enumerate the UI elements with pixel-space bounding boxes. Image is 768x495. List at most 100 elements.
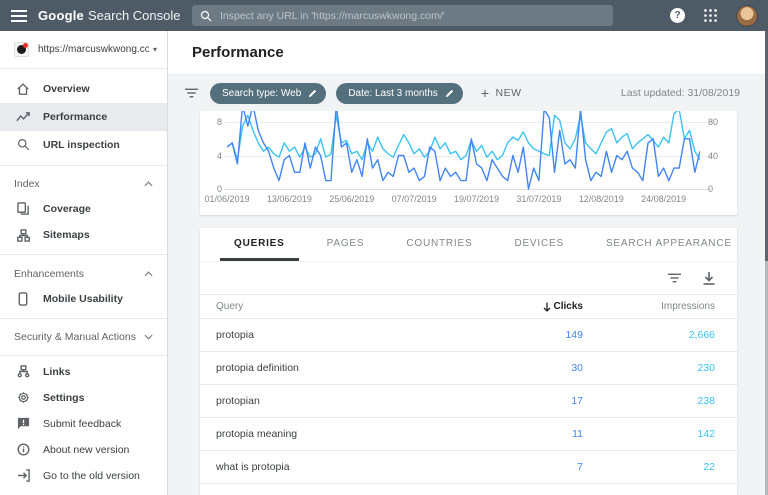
sidebar-item-label: URL inspection — [43, 139, 120, 151]
impressions-cell: 22 — [583, 461, 715, 473]
help-icon[interactable]: ? — [670, 8, 685, 23]
query-cell: protopia meaning — [216, 428, 433, 440]
tab-search-appearance[interactable]: SEARCH APPEARANCE — [592, 228, 737, 261]
tab-queries[interactable]: QUERIES — [220, 228, 299, 261]
tab-countries[interactable]: COUNTRIES — [392, 228, 486, 261]
info-icon — [15, 442, 31, 458]
query-cell: protopian — [216, 395, 433, 407]
property-selector[interactable]: https://marcuswkwong.com/ ▾ — [0, 31, 167, 69]
magnifier-icon — [15, 137, 31, 153]
sidebar-item-sitemaps[interactable]: Sitemaps — [0, 222, 167, 248]
edit-pencil-icon — [308, 89, 317, 98]
links-icon — [15, 364, 31, 380]
sidebar-item-go-to-old-version[interactable]: Go to the old version — [0, 463, 167, 489]
table-row[interactable]: protopia definition30230 — [200, 352, 737, 385]
download-icon[interactable] — [703, 272, 715, 285]
y-axis-tick-right: 80 — [708, 117, 726, 127]
table-header: Query Clicks Impressions — [200, 295, 737, 319]
table-row[interactable]: kevin kelly protopia332 — [200, 484, 737, 495]
main-area: Performance Search type: Web Date: Last … — [168, 31, 768, 495]
url-inspect-search-input[interactable]: Inspect any URL in 'https://marcuswkwong… — [192, 5, 613, 26]
sort-desc-icon — [543, 302, 551, 312]
sidebar-item-label: Performance — [43, 111, 107, 123]
sidebar-item-label: About new version — [43, 444, 129, 456]
chevron-up-icon — [144, 181, 153, 187]
search-placeholder: Inspect any URL in 'https://marcuswkwong… — [220, 10, 445, 22]
chart-x-axis: 01/06/201913/06/201925/06/201907/07/2019… — [227, 194, 700, 208]
search-type-chip[interactable]: Search type: Web — [210, 83, 326, 104]
section-header-security[interactable]: Security & Manual Actions — [0, 325, 167, 349]
app-logo[interactable]: GoogleSearch Console — [38, 8, 180, 23]
chevron-down-icon: ▾ — [153, 45, 157, 54]
chevron-down-icon — [144, 334, 153, 340]
y-axis-tick-left: 0 — [208, 184, 222, 194]
sidebar-item-label: Submit feedback — [43, 418, 121, 430]
site-favicon — [14, 42, 29, 57]
sidebar-item-links[interactable]: Links — [0, 358, 167, 384]
sidebar-item-label: Coverage — [43, 203, 91, 215]
search-icon — [200, 10, 212, 22]
query-cell: protopia — [216, 329, 433, 341]
sidebar-item-overview[interactable]: Overview — [0, 75, 167, 103]
tab-devices[interactable]: DEVICES — [500, 228, 578, 261]
exit-arrow-icon — [15, 468, 31, 484]
new-filter-button[interactable]: + NEW — [481, 85, 522, 101]
tab-pages[interactable]: PAGES — [313, 228, 379, 261]
sidebar-item-url-inspection[interactable]: URL inspection — [0, 131, 167, 159]
sidebar-item-label: Links — [43, 366, 70, 378]
table-row[interactable]: what is protopia722 — [200, 451, 737, 484]
column-clicks[interactable]: Clicks — [433, 301, 583, 312]
x-axis-tick: 19/07/2019 — [454, 194, 499, 204]
column-impressions[interactable]: Impressions — [583, 301, 715, 312]
apps-grid-icon[interactable] — [704, 9, 717, 22]
impressions-line-series — [227, 111, 700, 160]
dimension-tabs: QUERIES PAGES COUNTRIES DEVICES SEARCH APPEA… — [200, 228, 737, 262]
x-axis-tick: 07/07/2019 — [392, 194, 437, 204]
performance-chart-card: 048 04080 01/06/201913/06/201925/06/2019… — [200, 111, 737, 215]
filter-funnel-icon[interactable] — [185, 88, 198, 98]
table-toolbar — [200, 262, 737, 295]
sidebar-item-label: Mobile Usability — [43, 293, 123, 305]
clicks-cell: 149 — [433, 329, 583, 341]
table-row[interactable]: protopia1492,666 — [200, 319, 737, 352]
coverage-pages-icon — [15, 201, 31, 217]
y-axis-tick-left: 8 — [208, 117, 222, 127]
mobile-phone-icon — [15, 291, 31, 307]
x-axis-tick: 13/06/2019 — [267, 194, 312, 204]
plus-icon: + — [481, 85, 490, 101]
sidebar-item-label: Settings — [43, 392, 84, 404]
sidebar-item-coverage[interactable]: Coverage — [0, 196, 167, 222]
impressions-cell: 230 — [583, 362, 715, 374]
user-avatar[interactable] — [736, 5, 758, 27]
chip-label: Search type: Web — [222, 88, 301, 99]
chip-label: Date: Last 3 months — [348, 88, 438, 99]
x-axis-tick: 12/08/2019 — [579, 194, 624, 204]
sidebar-footer: Submit feedback About new version Go to … — [0, 411, 167, 495]
query-cell: protopia definition — [216, 362, 433, 374]
column-query[interactable]: Query — [216, 301, 433, 312]
sidebar-item-about-new-version[interactable]: About new version — [0, 437, 167, 463]
logo-search-console: Search Console — [88, 8, 181, 23]
section-label: Enhancements — [14, 268, 144, 280]
property-url: https://marcuswkwong.com/ — [38, 44, 149, 55]
table-filter-icon[interactable] — [668, 273, 681, 283]
sidebar-item-submit-feedback[interactable]: Submit feedback — [0, 411, 167, 437]
section-label: Index — [14, 178, 144, 190]
section-header-index[interactable]: Index — [0, 172, 167, 196]
edit-pencil-icon — [445, 89, 454, 98]
clicks-cell: 7 — [433, 461, 583, 473]
top-app-bar: GoogleSearch Console Inspect any URL in … — [0, 0, 768, 31]
sidebar-item-performance[interactable]: Performance — [0, 103, 167, 131]
date-range-chip[interactable]: Date: Last 3 months — [336, 83, 463, 104]
scroll-content[interactable]: 048 04080 01/06/201913/06/201925/06/2019… — [168, 111, 768, 495]
clicks-line-series — [227, 111, 700, 189]
table-row[interactable]: protopia meaning11142 — [200, 418, 737, 451]
section-header-enhancements[interactable]: Enhancements — [0, 261, 167, 285]
table-row[interactable]: protopian17238 — [200, 385, 737, 418]
sidebar-item-mobile-usability[interactable]: Mobile Usability — [0, 286, 167, 312]
new-label: NEW — [496, 87, 522, 99]
gear-icon — [15, 390, 31, 406]
sidebar-item-settings[interactable]: Settings — [0, 385, 167, 411]
hamburger-menu-icon[interactable] — [0, 10, 38, 22]
impressions-cell: 142 — [583, 428, 715, 440]
